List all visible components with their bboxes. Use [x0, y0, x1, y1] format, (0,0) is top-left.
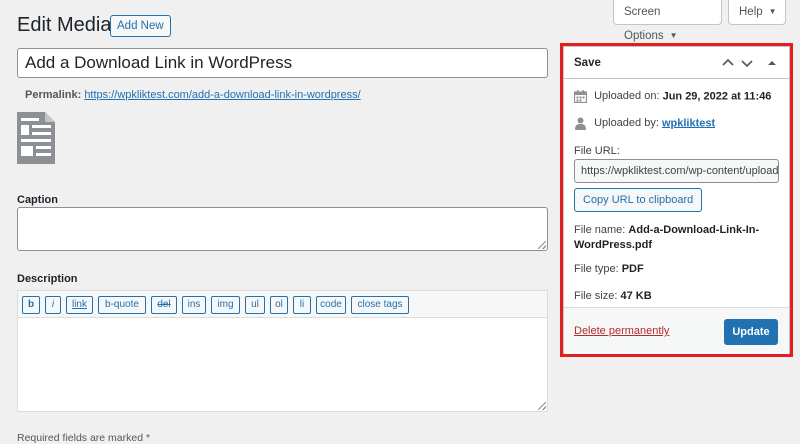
- move-down-icon[interactable]: [739, 55, 755, 71]
- add-new-button[interactable]: Add New: [110, 15, 171, 37]
- page-title: Edit Media: [17, 14, 112, 36]
- user-icon: [575, 117, 586, 130]
- uploaded-on-row: Uploaded on: Jun 29, 2022 at 11:46: [574, 90, 771, 103]
- delete-permanently-link[interactable]: Delete permanently: [574, 325, 669, 337]
- save-panel-header: Save: [564, 47, 789, 79]
- quicktag-italic-button[interactable]: i: [45, 296, 61, 314]
- file-type-label: File type:: [574, 263, 619, 275]
- file-url-input[interactable]: https://wpkliktest.com/wp-content/upload…: [574, 159, 779, 183]
- quicktag-img-button[interactable]: img: [211, 296, 240, 314]
- description-textarea[interactable]: [17, 317, 548, 412]
- permalink-url[interactable]: https://wpkliktest.com/add-a-download-li…: [84, 89, 360, 101]
- help-label: Help: [739, 6, 763, 18]
- caption-label: Caption: [17, 194, 58, 206]
- save-panel-title: Save: [574, 57, 601, 69]
- update-button[interactable]: Update: [724, 319, 778, 345]
- document-icon: [17, 112, 55, 164]
- quicktags-toolbar: b i link b-quote del ins img ul ol li co…: [17, 290, 548, 317]
- file-type-row: File type: PDF: [574, 263, 644, 275]
- resize-handle-icon[interactable]: [538, 241, 546, 249]
- description-label: Description: [17, 273, 78, 285]
- file-type-value: PDF: [621, 263, 644, 275]
- quicktag-ins-button[interactable]: ins: [182, 296, 206, 314]
- file-size-value: 47 KB: [620, 290, 652, 302]
- required-fields-note: Required fields are marked *: [17, 432, 151, 444]
- quicktag-blockquote-button[interactable]: b-quote: [98, 296, 146, 314]
- calendar-icon: [574, 90, 587, 103]
- screen-options-button[interactable]: Screen Options ▼: [613, 0, 722, 42]
- permalink-label: Permalink:: [25, 89, 82, 101]
- file-url-label: File URL:: [574, 145, 620, 157]
- uploaded-by-label: Uploaded by:: [594, 117, 659, 130]
- caret-down-icon: ▼: [768, 7, 777, 16]
- file-size-label: File size:: [574, 290, 618, 302]
- uploaded-on-value: Jun 29, 2022 at 11:46: [662, 90, 772, 103]
- uploaded-by-link[interactable]: wpkliktest: [662, 117, 715, 129]
- quicktag-ul-button[interactable]: ul: [245, 296, 265, 314]
- permalink: Permalink: https://wpkliktest.com/add-a-…: [25, 89, 361, 101]
- file-name-label: File name:: [574, 224, 626, 236]
- save-panel: Save Uploaded on: Jun 29, 2022 at 11:46: [563, 46, 790, 354]
- quicktag-code-button[interactable]: code: [316, 296, 346, 314]
- help-button[interactable]: Help ▼: [728, 0, 786, 25]
- resize-handle-icon[interactable]: [538, 402, 546, 410]
- caret-down-icon: ▼: [669, 31, 678, 40]
- quicktag-link-button[interactable]: link: [66, 296, 93, 314]
- file-size-row: File size: 47 KB: [574, 290, 652, 302]
- uploaded-on-label: Uploaded on:: [594, 90, 660, 103]
- quicktag-close-tags-button[interactable]: close tags: [351, 296, 409, 314]
- quicktag-ol-button[interactable]: ol: [270, 296, 288, 314]
- screen-options-label: Screen Options: [624, 6, 664, 42]
- save-panel-footer: Delete permanently Update: [564, 307, 789, 354]
- quicktag-del-button[interactable]: del: [151, 296, 177, 314]
- media-title-input[interactable]: Add a Download Link in WordPress: [17, 48, 548, 78]
- file-name-row: File name: Add-a-Download-Link-In-WordPr…: [574, 223, 764, 253]
- quicktag-li-button[interactable]: li: [293, 296, 311, 314]
- quicktag-bold-button[interactable]: b: [22, 296, 40, 314]
- uploaded-by-row: Uploaded by: wpkliktest: [574, 117, 715, 130]
- move-up-icon[interactable]: [720, 55, 736, 71]
- caption-textarea[interactable]: [17, 207, 548, 251]
- copy-url-button[interactable]: Copy URL to clipboard: [574, 188, 703, 212]
- collapse-toggle-icon[interactable]: [764, 55, 780, 71]
